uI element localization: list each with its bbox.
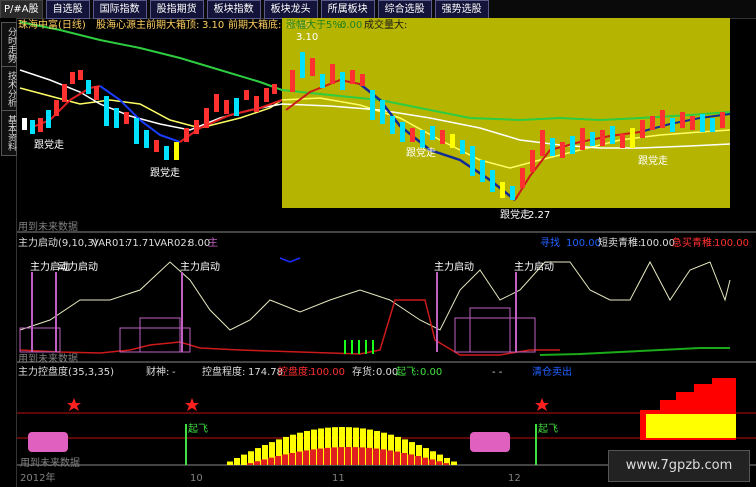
god-label: 财神: <box>146 367 170 378</box>
control-bar <box>394 451 400 465</box>
control-bar <box>324 447 330 465</box>
control-bar <box>436 461 442 465</box>
start-label-3: 主力启动 <box>180 262 220 273</box>
future-data-note-1: 用到未来数据 <box>18 222 78 233</box>
start-label-4: 主力启动 <box>434 262 474 273</box>
box-bottom-label: 前期大箱底: <box>228 20 282 31</box>
x-label-year: 2012年 <box>20 473 56 484</box>
fly-mark-1: 起飞 <box>188 424 208 435</box>
control-degree-label: 控盘度: <box>278 367 312 378</box>
price-high-label: 3.10 <box>296 32 319 43</box>
control-bar <box>422 457 428 465</box>
x-label-11: 11 <box>332 473 345 484</box>
control-step-yellow <box>646 414 736 438</box>
control-bar <box>373 448 379 465</box>
start-label-2: 动力启动 <box>58 262 98 273</box>
box-top-label: 前期大箱顶: <box>146 20 200 31</box>
control-bar <box>227 461 233 465</box>
var01-label: VAR01: <box>92 238 129 249</box>
indicator-name: 股海心源主 <box>96 20 146 31</box>
control-bar <box>248 451 254 465</box>
var02-value: 8.00 <box>188 238 211 249</box>
sell-out-label: 清仓卖出 <box>532 367 572 378</box>
control-bar <box>317 448 323 465</box>
future-data-note-3: 用到未来数据 <box>20 458 80 469</box>
future-data-note-2: 用到未来数据 <box>18 354 78 365</box>
stock-value: 0.00 <box>376 367 399 378</box>
control-bar <box>352 447 358 465</box>
control-bar <box>345 447 351 465</box>
short-sell-value: 100.00 <box>640 238 675 249</box>
control-bar <box>282 454 288 465</box>
control-bar <box>429 459 435 465</box>
follow-label-2: 跟党走 <box>150 168 180 179</box>
control-bar <box>415 456 421 465</box>
fly-value: 0.00 <box>420 367 443 378</box>
follow-label-5: 跟党走 <box>638 156 668 167</box>
panel3-name: 主力控盘度(35,3,35) <box>18 367 114 378</box>
x-label-10: 10 <box>190 473 203 484</box>
rise-filter-label: 涨幅大于5%: <box>286 20 346 31</box>
control-bar <box>241 454 247 465</box>
control-bar <box>408 454 414 465</box>
control-bar <box>247 463 253 465</box>
control-bar <box>331 447 337 465</box>
urgent-buy-label: 急买青稚: <box>672 238 716 249</box>
god-value: - <box>172 367 176 378</box>
var01-value: 71.71 <box>126 238 155 249</box>
price-low-label: 2.27 <box>528 210 551 221</box>
panel2-cut-label: 主 <box>208 238 218 249</box>
control-bar <box>443 463 449 465</box>
fly-mark-2: 起飞 <box>538 424 558 435</box>
control-level-label: 控盘程度: <box>202 367 246 378</box>
control-bar <box>401 452 407 465</box>
panel2-name: 主力启动(9,10,3) <box>18 238 98 249</box>
short-sell-label: 短卖青稚: <box>598 238 642 249</box>
urgent-buy-value: 100.00 <box>714 238 749 249</box>
control-bar <box>338 447 344 465</box>
control-bar <box>234 458 240 465</box>
control-bar <box>366 447 372 465</box>
control-bar <box>296 451 302 465</box>
rise-filter-value: 0.00 <box>340 20 363 31</box>
control-bar <box>451 461 457 465</box>
control-bar <box>310 449 316 465</box>
follow-label-3: 跟党走 <box>406 148 436 159</box>
stock-chart-window: { "tabs": ["P/#A股","自选股","国际指数","股指期货","… <box>0 0 756 487</box>
start-label-5: 主力启动 <box>514 262 554 273</box>
control-bar <box>359 447 365 465</box>
x-label-12: 12 <box>508 473 521 484</box>
panel2-ext-label: 寻找 <box>540 238 560 249</box>
panel2-ext-value: 100.00 <box>566 238 601 249</box>
control-bar <box>261 459 267 465</box>
follow-label-4: 跟党走 <box>500 210 530 221</box>
var02-label: VAR02: <box>154 238 191 249</box>
fly-label: 起飞: <box>396 367 420 378</box>
control-bar <box>303 450 309 465</box>
follow-label-1: 跟党走 <box>34 140 64 151</box>
control-bar <box>268 457 274 465</box>
control-degree-value: 100.00 <box>310 367 345 378</box>
control-bar <box>254 461 260 465</box>
watermark-badge: www.7gpzb.com <box>608 450 750 482</box>
stock-label: 存货: <box>352 367 376 378</box>
panel3-dash: - - <box>492 367 503 378</box>
volume-filter-label: 成交量大: <box>364 20 408 31</box>
control-bar <box>275 456 281 465</box>
pink-badge <box>28 432 68 452</box>
stock-title: 珠海中富(日线) <box>18 20 86 31</box>
control-bar <box>387 450 393 465</box>
control-bar <box>289 452 295 465</box>
pink-badge <box>470 432 510 452</box>
control-bar <box>380 449 386 465</box>
box-top-value: 3.10 <box>202 20 225 31</box>
